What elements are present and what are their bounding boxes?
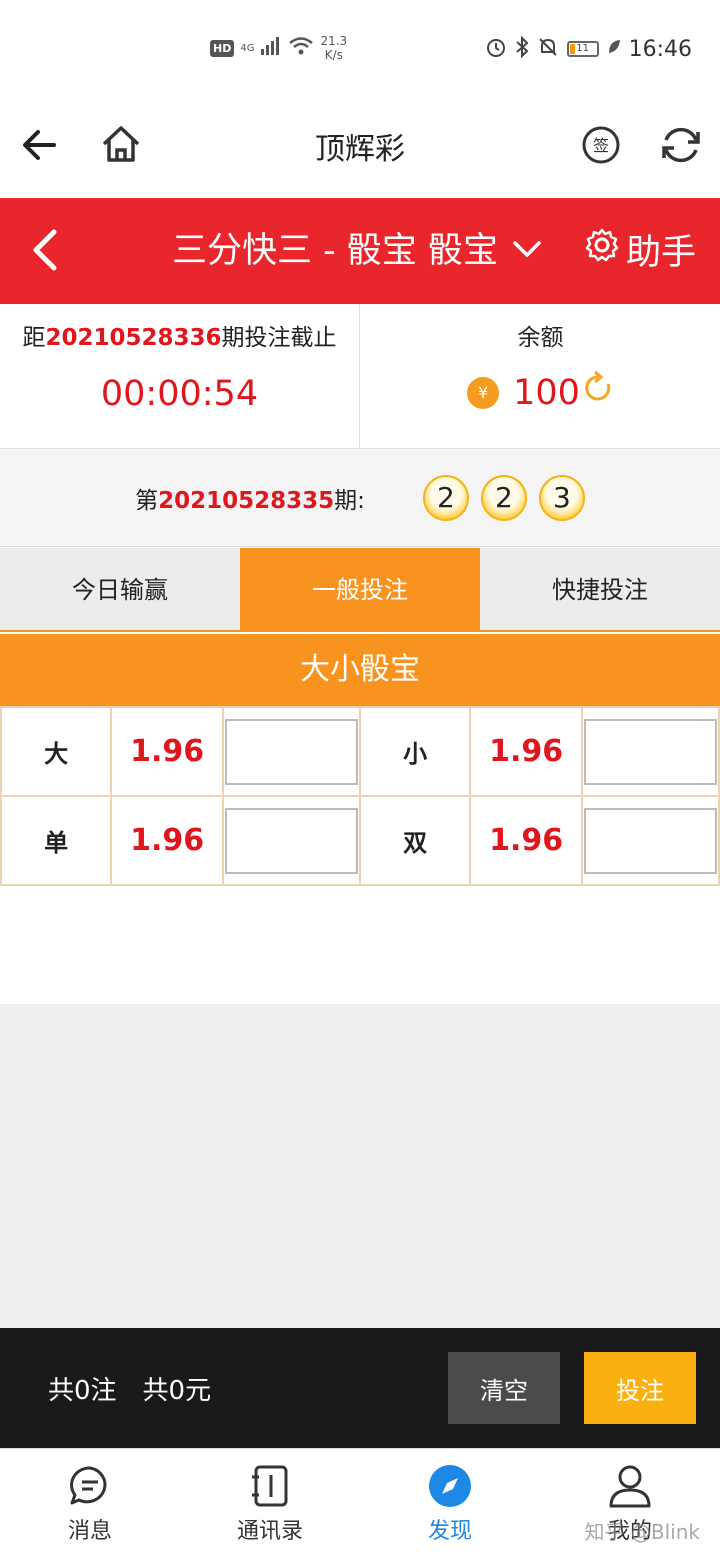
speed-value: 21.3 (320, 34, 348, 48)
game-title: 三分快三 - 骰宝 骰宝 (172, 231, 499, 271)
nav-label-messages: 消息 (67, 1519, 112, 1544)
status-right: 11 16:46 (485, 35, 692, 62)
app-header: 顶辉彩 签 (0, 100, 720, 198)
dice-ball: 2 (480, 474, 527, 521)
gear-icon (584, 227, 620, 272)
countdown-period: 20210528336 (45, 325, 222, 351)
bet-odds-small[interactable]: 1.96 (469, 706, 583, 797)
submit-bet-button[interactable]: 投注 (584, 1352, 696, 1424)
game-selector[interactable]: 三分快三 - 骰宝 骰宝 (172, 222, 542, 273)
network-type: 4G (240, 42, 255, 54)
bet-amount-input-odd[interactable] (224, 807, 358, 874)
countdown-suffix: 期投注截止 (221, 325, 337, 351)
bet-summary: 共0注 共0元 (48, 1370, 211, 1407)
mute-bell-icon (537, 36, 559, 62)
balance-value: ¥ 100 (361, 370, 720, 415)
speed-unit: K/s (324, 48, 343, 62)
battery-icon: 11 (566, 41, 599, 57)
helper-button[interactable]: 助手 (584, 224, 696, 275)
nav-item-messages[interactable]: 消息 (0, 1449, 180, 1560)
bet-odds-odd[interactable]: 1.96 (110, 795, 224, 886)
table-row: 单 1.96 双 1.96 (0, 795, 720, 886)
status-bar: HD 4G 21.3 K/s 11 16:46 (0, 0, 720, 100)
bet-amount-input-small[interactable] (583, 718, 717, 785)
chevron-down-icon (512, 228, 542, 268)
section-title: 大小骰宝 (0, 634, 720, 706)
coin-icon: ¥ (467, 376, 500, 409)
bluetooth-icon (515, 35, 529, 62)
nav-item-discover[interactable]: 发现 (360, 1449, 540, 1560)
helper-label: 助手 (625, 233, 696, 273)
refresh-icon[interactable] (656, 120, 706, 170)
network-speed: 21.3 K/s (320, 34, 347, 62)
chevron-left-icon[interactable] (28, 226, 62, 278)
status-left: HD 4G 21.3 K/s (210, 34, 347, 62)
last-result-label: 第20210528335期: (135, 481, 365, 515)
bet-odds-big[interactable]: 1.96 (110, 706, 224, 797)
game-header: 三分快三 - 骰宝 骰宝 助手 (0, 198, 720, 304)
content-spacer (0, 886, 720, 1004)
countdown-label: 距20210528336期投注截止 (0, 318, 359, 352)
bet-name-even[interactable]: 双 (358, 795, 472, 886)
signal-icon (260, 37, 282, 59)
bet-input-cell (222, 706, 361, 797)
countdown-panel: 距20210528336期投注截止 00:00:54 (0, 304, 360, 449)
bet-input-cell (580, 706, 720, 797)
alarm-icon (485, 36, 507, 62)
info-panel: 距20210528336期投注截止 00:00:54 余额 ¥ 100 (0, 304, 720, 449)
countdown-prefix: 距 (22, 325, 46, 351)
bet-name-odd[interactable]: 单 (0, 795, 113, 886)
countdown-timer: 00:00:54 (100, 374, 259, 414)
svg-text:签: 签 (593, 136, 609, 155)
bet-input-cell (222, 795, 361, 886)
result-suffix: 期: (334, 487, 365, 514)
compass-icon (360, 1463, 540, 1509)
bet-amount-input-even[interactable] (583, 807, 717, 874)
tab-quick-bet[interactable]: 快捷投注 (480, 548, 720, 630)
balance-amount: 100 (513, 372, 580, 413)
contacts-icon (180, 1463, 360, 1509)
result-period: 20210528335 (158, 487, 335, 514)
refresh-balance-icon[interactable] (582, 370, 614, 415)
dice-ball: 2 (422, 474, 469, 521)
nav-label-contacts: 通讯录 (236, 1519, 303, 1544)
table-row: 大 1.96 小 1.96 (0, 706, 720, 797)
wifi-icon (288, 36, 314, 60)
watermark: 知乎 @Blink (584, 1520, 700, 1544)
nav-item-contacts[interactable]: 通讯录 (180, 1449, 360, 1560)
dice-ball: 3 (538, 474, 585, 521)
hd-badge: HD (210, 39, 235, 57)
bet-amount: 共0元 (142, 1376, 212, 1406)
bet-bar: 共0注 共0元 清空 投注 (0, 1328, 720, 1448)
balance-label: 余额 (517, 325, 564, 351)
bet-input-cell (580, 795, 720, 886)
tab-normal-bet[interactable]: 一般投注 (240, 548, 480, 630)
bet-count: 共0注 (48, 1376, 117, 1406)
nav-label-discover: 发现 (427, 1519, 472, 1544)
bet-name-small[interactable]: 小 (358, 706, 472, 797)
empty-area (0, 1004, 720, 1328)
result-prefix: 第 (135, 487, 159, 514)
clock-time: 16:46 (628, 36, 692, 62)
tab-today-result[interactable]: 今日输赢 (0, 548, 240, 630)
last-result: 第20210528335期: 2 2 3 (0, 449, 720, 547)
message-icon (0, 1463, 180, 1509)
leaf-icon (607, 39, 621, 59)
bet-name-big[interactable]: 大 (0, 706, 113, 797)
sign-in-icon[interactable]: 签 (576, 120, 626, 170)
bet-grid: 大 1.96 小 1.96 单 1.96 双 1.96 (0, 706, 720, 886)
bet-tabs: 今日输赢 一般投注 快捷投注 (0, 548, 720, 632)
balance-panel: 余额 ¥ 100 (361, 304, 720, 449)
clear-button[interactable]: 清空 (448, 1352, 560, 1424)
bet-odds-even[interactable]: 1.96 (469, 795, 583, 886)
bet-amount-input-big[interactable] (224, 718, 358, 785)
profile-icon (540, 1463, 720, 1509)
